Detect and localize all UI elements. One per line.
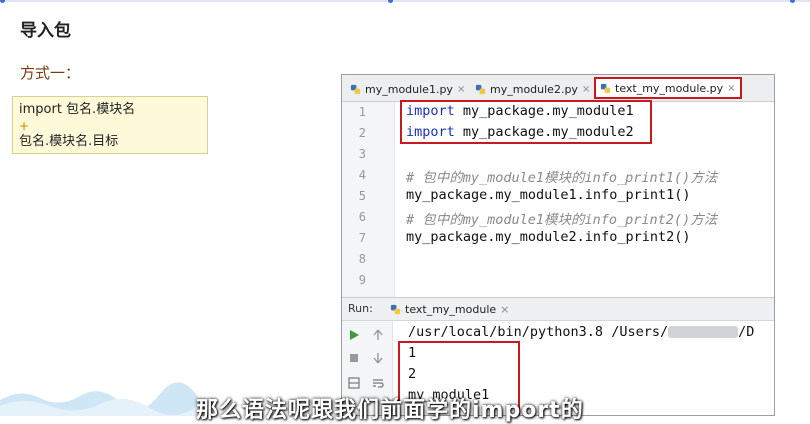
python-file-icon (390, 304, 401, 314)
tab-my-module2[interactable]: my_module2.py × (475, 78, 590, 100)
syntax-line-1: import 包名.模块名 (19, 102, 136, 117)
close-icon[interactable]: × (727, 83, 735, 94)
line-number: 6 (358, 210, 366, 224)
line-number: 7 (358, 231, 366, 245)
tab-label: my_module1.py (365, 82, 453, 96)
arrow-down-icon[interactable] (372, 352, 384, 364)
close-icon[interactable]: × (500, 303, 509, 316)
command-text: /usr/local/bin/python3.8 /Users/ (408, 324, 669, 340)
code-line-5: my_package.my_module1.info_print1() (406, 187, 691, 203)
line-number: 1 (358, 105, 366, 119)
python-file-icon (600, 83, 611, 93)
method-label: 方式一： (20, 64, 81, 82)
line-number: 4 (358, 168, 366, 182)
tab-label: my_module2.py (490, 82, 578, 96)
close-icon[interactable]: × (457, 84, 465, 95)
run-label: Run: (348, 302, 373, 315)
stop-icon[interactable] (348, 352, 360, 364)
line-number: 9 (358, 273, 366, 287)
tab-text-my-module[interactable]: text_my_module.py × (594, 77, 742, 99)
python-file-icon (475, 84, 486, 94)
soft-wrap-icon[interactable] (372, 377, 384, 389)
line-number-gutter: 1 2 3 4 5 6 7 8 9 (342, 102, 395, 302)
close-icon[interactable]: × (582, 84, 590, 95)
tab-label: text_my_module.py (615, 81, 724, 95)
run-icon[interactable] (348, 329, 360, 341)
import-highlight-box (400, 100, 652, 144)
redacted-username (668, 326, 739, 338)
run-command-line: /usr/local/bin/python3.8 /Users/ /D (408, 324, 754, 340)
video-caption: 那么语法呢跟我们前面学的import的 (196, 398, 584, 423)
code-comment-line-4: # 包中的my_module1模块的info_print1()方法 (406, 170, 718, 186)
syntax-note-box[interactable]: import 包名.模块名 + 包名.模块名.目标 (12, 96, 208, 154)
run-tab[interactable]: text_my_module × (390, 300, 509, 318)
layout-icon[interactable] (348, 377, 360, 389)
decorative-wave (0, 382, 200, 416)
resize-handle[interactable] (790, 0, 795, 3)
arrow-up-icon[interactable] (372, 329, 384, 341)
python-file-icon (350, 84, 361, 94)
tab-my-module1[interactable]: my_module1.py × (350, 78, 465, 100)
selection-handle-bar (0, 0, 810, 3)
code-comment-line-6: # 包中的my_module1模块的info_print2()方法 (406, 212, 718, 228)
line-number: 3 (358, 147, 366, 161)
line-number: 5 (358, 189, 366, 203)
run-toolbar: Run: text_my_module × (342, 298, 774, 321)
editor-tab-bar: my_module1.py × my_module2.py × text_my_… (342, 75, 774, 102)
line-number: 8 (358, 252, 366, 266)
resize-handle[interactable] (388, 0, 393, 3)
resize-handle[interactable] (0, 0, 5, 3)
run-tab-label: text_my_module (405, 302, 497, 316)
command-text-tail: /D (738, 324, 755, 340)
syntax-line-2: 包名.模块名.目标 (19, 134, 119, 149)
line-number: 2 (358, 126, 366, 140)
section-heading: 导入包 (20, 21, 71, 41)
ide-window: my_module1.py × my_module2.py × text_my_… (341, 74, 775, 416)
move-cursor-icon: + (19, 119, 30, 133)
code-line-7: my_package.my_module2.info_print2() (406, 229, 691, 245)
code-editor[interactable]: 1 2 3 4 5 6 7 8 9 import my_package.my_m… (342, 100, 774, 302)
